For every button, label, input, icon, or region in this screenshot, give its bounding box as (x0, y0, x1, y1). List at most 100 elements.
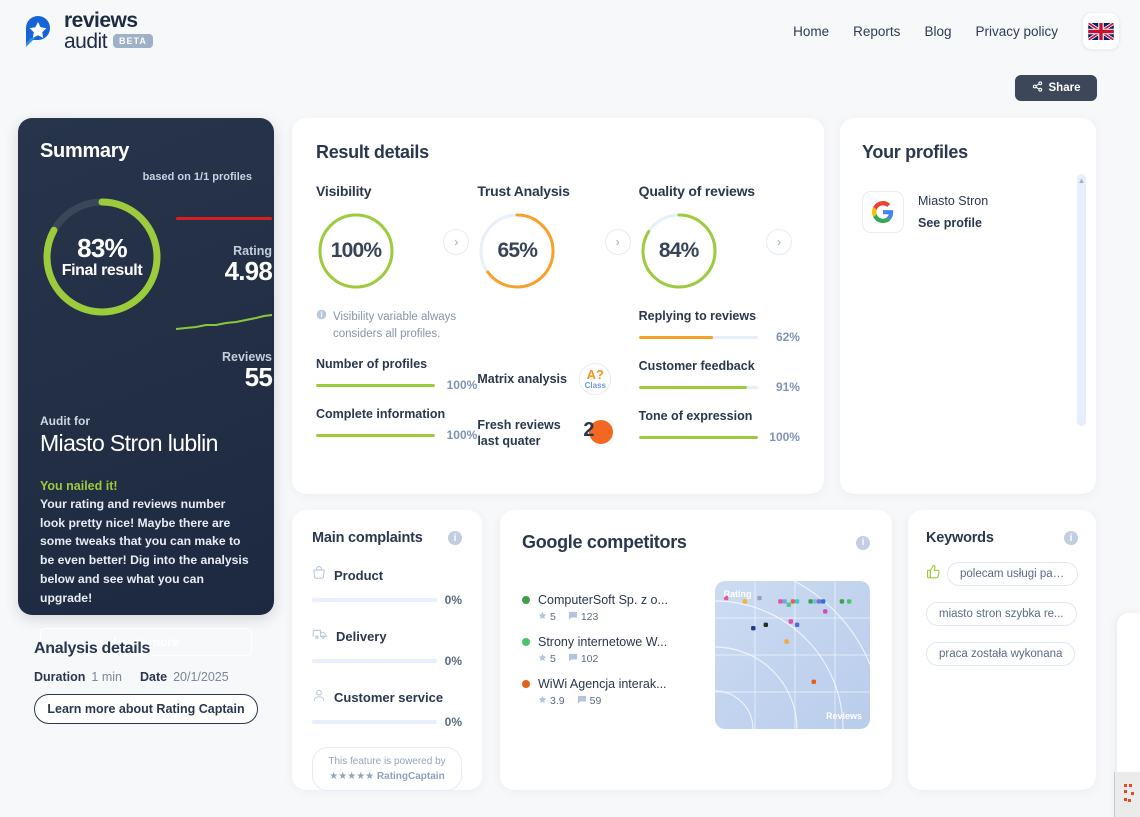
delivery-van-icon (312, 627, 328, 646)
bar-tone-of-expression-label: Tone of expression (638, 409, 753, 423)
final-result-label: Final result (61, 261, 143, 279)
complaint-customer-service-value: 0% (444, 715, 462, 729)
keyword-pill[interactable]: praca została wykonana (926, 642, 1076, 666)
competitor-status-dot (522, 638, 530, 646)
comment-icon (568, 653, 578, 665)
rating-trend-line (176, 217, 272, 220)
rating-captain-learn-more-button[interactable]: Learn more about Rating Captain (34, 694, 258, 724)
nav-item-privacy-policy[interactable]: Privacy policy (975, 24, 1058, 39)
kpi-trust-analysis-expand-button[interactable]: › (604, 229, 631, 255)
audit-for-label: Audit for (40, 413, 90, 428)
matrix-analysis-class-badge: A? Class (579, 363, 612, 395)
basket-icon (312, 566, 326, 585)
star-icon (538, 653, 547, 665)
trust-sub-metrics: Matrix analysis A? Class Fresh reviews l… (477, 309, 638, 450)
brand-wordmark: reviews audit BETA (64, 10, 153, 52)
profile-text-block: Miasto Stron See profile (918, 194, 988, 230)
result-details-card: Result details Visibility 100% › Trust A… (292, 118, 824, 494)
summary-body-text: Your rating and reviews number look pret… (40, 496, 249, 606)
nav-item-blog[interactable]: Blog (924, 24, 951, 39)
competitor-name: ComputerSoft Sp. z o... (538, 593, 668, 607)
bar-replying-to-reviews: Replying to reviews 62% (638, 309, 800, 344)
competitor-reviews: 123 (568, 611, 598, 623)
reviews-value: 55 (244, 362, 273, 393)
powered-by-badge[interactable]: This feature is powered by ★★★★★ RatingC… (312, 747, 462, 791)
star-icon (538, 611, 547, 623)
bar-tone-of-expression-value: 100% (769, 430, 800, 444)
share-icon (1032, 81, 1043, 95)
bar-complete-information: Complete information 100% (316, 407, 477, 442)
competitor-name: WiWi Agencja interak... (538, 677, 667, 691)
competitor-status-dot (522, 680, 530, 688)
analysis-details-meta: Duration 1 min Date 20/1/2025 (34, 670, 284, 684)
bar-complete-information-label: Complete information (316, 407, 446, 422)
scatter-x-axis-label: Reviews (825, 711, 862, 721)
visibility-note: Visibility variable always considers all… (316, 309, 477, 342)
summary-card: Summary based on 1/1 profiles 83% Final … (18, 118, 274, 657)
chevron-right-icon: › (454, 235, 459, 249)
site-header: reviews audit BETA Home Reports Blog Pri… (0, 0, 1140, 62)
keywords-card: Keywords i polecam usługi pan... miasto … (908, 510, 1096, 790)
summary-headline: You nailed it! (40, 478, 118, 493)
kpi-quality-of-reviews-expand-button[interactable]: › (765, 229, 792, 255)
keyword-row: praca została wykonana (926, 642, 1078, 666)
summary-title: Summary (40, 140, 130, 162)
competitor-rating-value: 5 (550, 611, 556, 623)
keywords-title: Keywords (926, 530, 994, 546)
kpi-visibility-expand-button[interactable]: › (443, 229, 470, 255)
keywords-info-icon[interactable]: i (1064, 531, 1078, 545)
kpi-row: Visibility 100% › Trust Analysis 65% › Q… (316, 183, 800, 291)
see-profile-link[interactable]: See profile (918, 216, 988, 230)
person-icon (312, 688, 326, 707)
powered-by-brand: RatingCaptain (376, 771, 445, 782)
final-result-center: 83% Final result (40, 195, 164, 319)
profiles-scrollbar[interactable]: ▲ (1077, 174, 1086, 426)
app-root: reviews audit BETA Home Reports Blog Pri… (0, 0, 1140, 817)
kpi-quality-of-reviews-ring: 84% (639, 211, 719, 291)
competitor-reviews-value: 59 (589, 695, 602, 707)
competitor-row[interactable]: WiWi Agencja interak... 3.9 59 (522, 677, 705, 707)
competitor-reviews-value: 102 (580, 653, 599, 665)
final-result-donut: 83% Final result (40, 195, 164, 319)
main-complaints-header: Main complaints i (312, 530, 462, 546)
offscreen-taskbar-strip (1114, 772, 1140, 817)
nav-item-home[interactable]: Home (793, 24, 829, 39)
language-switcher-button[interactable] (1082, 12, 1120, 50)
brand-logo[interactable]: reviews audit BETA (20, 10, 153, 52)
nav-item-reports[interactable]: Reports (853, 24, 900, 39)
kpi-visibility-value: 100% (330, 239, 382, 262)
kpi-quality-of-reviews: Quality of reviews 84% › (639, 183, 800, 291)
google-competitors-header: Google competitors i (522, 532, 870, 553)
thumbs-up-icon (926, 564, 941, 584)
google-competitors-info-icon[interactable]: i (856, 535, 870, 550)
matrix-analysis-class-letter: A? (586, 367, 604, 382)
kpi-trust-analysis-value: 65% (497, 239, 538, 262)
share-button[interactable]: Share (1015, 75, 1097, 101)
your-profiles-card: Your profiles Miasto Stron See profile ▲ (840, 118, 1096, 494)
audit-business-name: Miasto Stron lublin (40, 429, 218, 456)
bar-customer-feedback-track (638, 385, 758, 389)
visibility-sub-metrics: Visibility variable always considers all… (316, 309, 477, 450)
bar-number-of-profiles-track (316, 383, 436, 387)
duration-label: Duration (34, 670, 86, 684)
bar-tone-of-expression-track (638, 435, 758, 439)
google-competitors-body: ComputerSoft Sp. z o... 5 123 Strony int… (522, 581, 870, 729)
powered-by-line-1: This feature is powered by (328, 756, 446, 767)
keyword-pill[interactable]: miasto stron szybka re... (926, 602, 1077, 626)
main-complaints-info-icon[interactable]: i (448, 531, 462, 545)
quality-sub-metrics: Replying to reviews 62% Customer feedbac… (638, 309, 800, 450)
rating-value: 4.98 (224, 256, 273, 286)
keyword-pill[interactable]: polecam usługi pan... (947, 562, 1078, 586)
uk-flag-icon (1088, 22, 1114, 40)
chevron-up-icon: ▲ (1077, 176, 1086, 185)
scatter-y-axis-label: Rating (723, 589, 752, 599)
competitor-rating: 3.9 (538, 695, 565, 707)
competitor-row[interactable]: ComputerSoft Sp. z o... 5 123 (522, 593, 705, 623)
duration-value: 1 min (91, 670, 122, 684)
competitor-row[interactable]: Strony internetowe W... 5 102 (522, 635, 705, 665)
info-icon (316, 309, 327, 342)
your-profiles-title: Your profiles (862, 142, 968, 162)
competitors-scatter-chart[interactable]: Rating Reviews (715, 581, 870, 729)
fresh-reviews-row: Fresh reviews last quater 2 (477, 417, 638, 450)
bar-number-of-profiles: Number of profiles 100% (316, 357, 477, 392)
